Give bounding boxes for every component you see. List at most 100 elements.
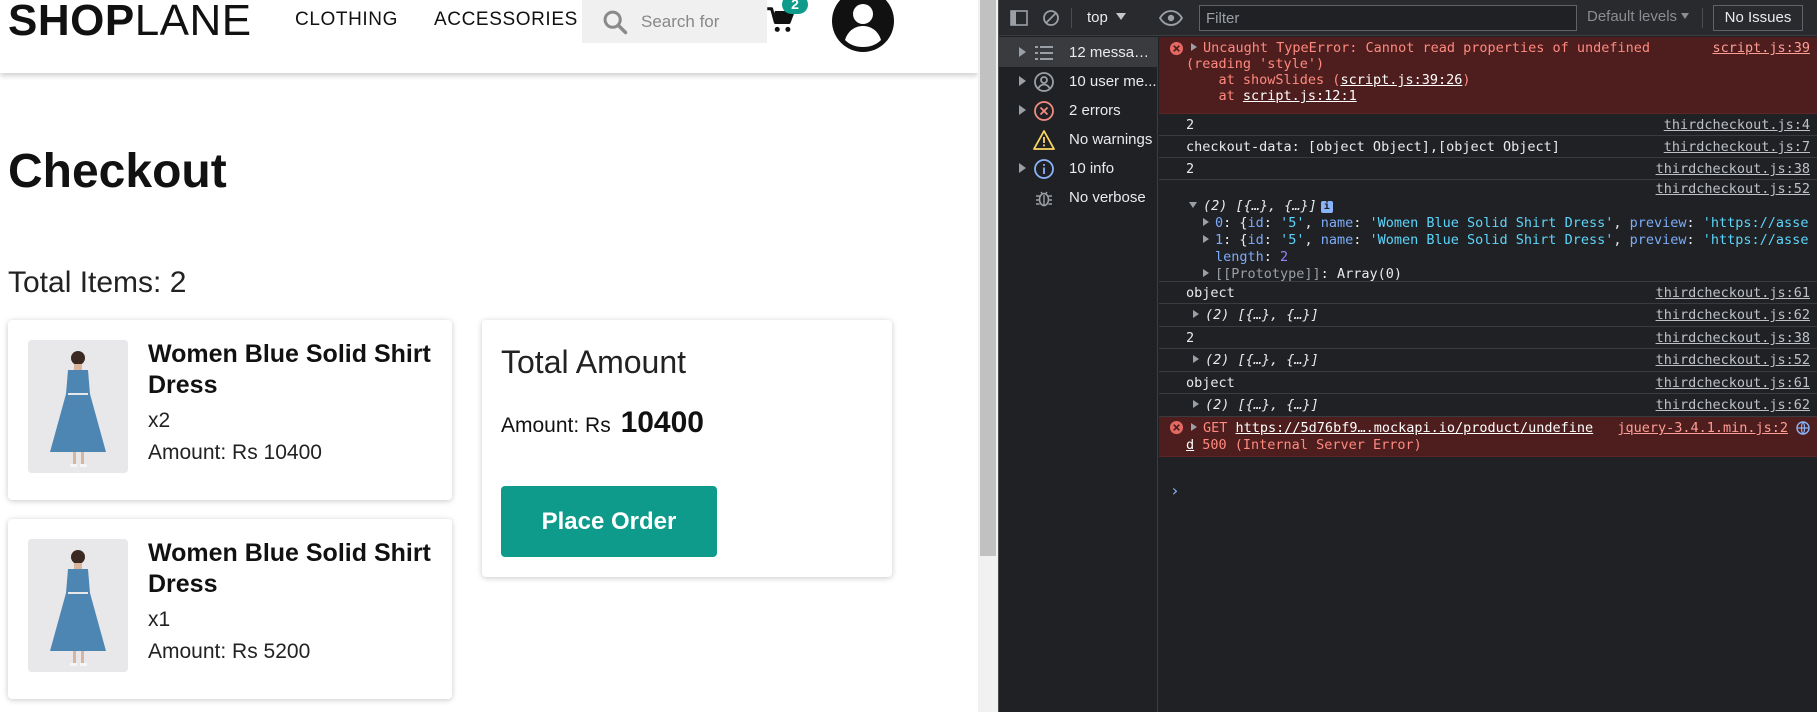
sidebar-toggle-icon[interactable] [1009,8,1029,28]
console-log-message: object thirdcheckout.js:61 [1159,282,1817,304]
sidebar-item-verbose[interactable]: No verbose [999,182,1158,212]
search-box [582,0,767,43]
source-link[interactable]: thirdcheckout.js:62 [1656,397,1810,413]
issues-button[interactable]: No Issues [1713,5,1803,31]
network-icon[interactable] [1796,421,1810,435]
property-value: 'Women Blue Solid Shirt Dress' [1369,232,1614,248]
site-logo[interactable]: SHOPLANE [8,0,252,46]
console-log-message: (2) [{…}, {…}] thirdcheckout.js:52 [1159,349,1817,372]
source-link[interactable]: thirdcheckout.js:62 [1656,307,1810,323]
log-text: 2 [1186,117,1195,133]
clear-console-icon[interactable] [1041,8,1061,28]
source-link[interactable]: thirdcheckout.js:52 [1656,181,1810,197]
source-link[interactable]: thirdcheckout.js:38 [1656,161,1810,177]
expand-arrow-icon[interactable] [1193,355,1199,363]
request-url-link[interactable]: d [1186,437,1194,453]
source-link[interactable]: thirdcheckout.js:38 [1656,330,1810,346]
property-value: Array(0) [1336,266,1402,282]
info-badge-icon[interactable]: i [1320,201,1333,213]
site-header: SHOPLANE CLOTHING ACCESSORIES 2 [0,0,978,73]
expand-arrow-icon[interactable] [1203,269,1209,277]
eye-icon[interactable] [1159,8,1183,28]
source-link[interactable]: script.js:39 [1712,40,1810,56]
console-error-message: GET https://5d76bf9….mockapi.io/product/… [1159,417,1817,457]
item-amount: Amount: Rs 10400 [148,441,322,464]
place-order-button[interactable]: Place Order [501,486,717,557]
amount-label: Amount: Rs [501,414,611,437]
sidebar-item-label: 12 messages [1069,44,1157,61]
search-input[interactable] [641,11,761,32]
console-log-message: 2 thirdcheckout.js:38 [1159,327,1817,349]
expand-arrow-icon[interactable] [1191,43,1197,51]
expand-arrow-icon[interactable] [1019,105,1026,115]
source-link[interactable]: thirdcheckout.js:61 [1656,375,1810,391]
user-avatar-icon[interactable] [832,0,894,52]
array-summary: (2) [{…}, {…}] [1205,397,1319,413]
error-icon [1034,101,1054,121]
log-text: object [1186,375,1235,391]
chevron-down-icon [1681,13,1690,19]
chevron-down-icon [1115,13,1126,20]
console-log-message: 2 thirdcheckout.js:4 [1159,114,1817,136]
nav-clothing[interactable]: CLOTHING [295,9,398,31]
stack-link[interactable]: script.js:39:26 [1340,72,1462,88]
property-value: 'Women Blue Solid Shirt Dress' [1369,215,1614,231]
sidebar-item-warnings[interactable]: No warnings [999,124,1158,154]
cart-item-card: Women Blue Solid Shirt Dress x2 Amount: … [8,320,452,500]
source-link[interactable]: thirdcheckout.js:52 [1656,352,1810,368]
expand-arrow-icon[interactable] [1203,218,1209,226]
source-link[interactable]: thirdcheckout.js:7 [1664,139,1810,155]
error-icon [1169,41,1184,56]
nav-accessories[interactable]: ACCESSORIES [434,9,578,31]
product-image [28,340,128,473]
cart-count-badge: 2 [782,0,808,14]
filter-input[interactable] [1199,5,1577,31]
stack-text: at showSlides ( [1186,72,1341,88]
sidebar-item-errors[interactable]: 2 errors [999,95,1158,125]
search-icon[interactable] [601,8,629,36]
property-value: 2 [1280,249,1289,265]
property-value: '5' [1280,232,1305,248]
list-icon [1035,46,1053,60]
source-link[interactable]: thirdcheckout.js:61 [1656,285,1810,301]
sidebar-item-user-messages[interactable]: 10 user me... [999,66,1158,96]
array-index: 1 [1215,232,1224,248]
log-levels-dropdown[interactable]: Default levels [1587,8,1690,25]
warning-icon [1033,130,1055,150]
page-scrollbar-thumb[interactable] [980,0,996,556]
stack-text: ) [1462,72,1471,88]
property-value: 'https://asse [1702,232,1809,248]
expand-arrow-icon[interactable] [1019,47,1026,57]
expand-arrow-icon[interactable] [1193,400,1199,408]
context-selector[interactable]: top [1083,7,1147,29]
sidebar-item-info[interactable]: 10 info [999,153,1158,183]
log-levels-label: Default levels [1587,8,1678,25]
expand-arrow-icon[interactable] [1019,163,1026,173]
expand-arrow-icon[interactable] [1193,310,1199,318]
expand-arrow-icon[interactable] [1191,423,1197,431]
collapse-arrow-icon[interactable] [1189,202,1197,208]
console-sidebar: 12 messages 10 user me... 2 errors No wa… [999,37,1158,712]
toolbar-divider [1071,8,1072,28]
sidebar-item-messages[interactable]: 12 messages [999,37,1158,67]
source-link[interactable]: jquery-3.4.1.min.js:2 [1617,420,1788,436]
total-amount-title: Total Amount [501,344,686,380]
sidebar-item-label: No warnings [1069,131,1153,148]
error-icon [1169,420,1184,435]
property-value: '5' [1280,215,1305,231]
shop-page: SHOPLANE CLOTHING ACCESSORIES 2 Checkout… [0,0,978,712]
console-prompt-chevron-icon[interactable]: › [1170,481,1180,500]
expand-arrow-icon[interactable] [1203,235,1209,243]
total-amount-card: Total Amount Amount: Rs 10400 Place Orde… [482,320,892,577]
sidebar-item-label: 10 user me... [1069,73,1157,90]
expand-arrow-icon[interactable] [1019,76,1026,86]
http-method: GET [1203,420,1228,436]
console-log-message: checkout-data: [object Object],[object O… [1159,136,1817,158]
context-label: top [1087,9,1108,26]
source-link[interactable]: thirdcheckout.js:4 [1664,117,1810,133]
item-quantity: x1 [148,608,171,631]
request-url-link[interactable]: https://5d76bf9….mockapi.io/product/unde… [1236,420,1594,436]
stack-link[interactable]: script.js:12:1 [1243,88,1357,104]
cart-item-card: Women Blue Solid Shirt Dress x1 Amount: … [8,519,452,699]
total-items: Total Items: 2 [8,266,187,299]
